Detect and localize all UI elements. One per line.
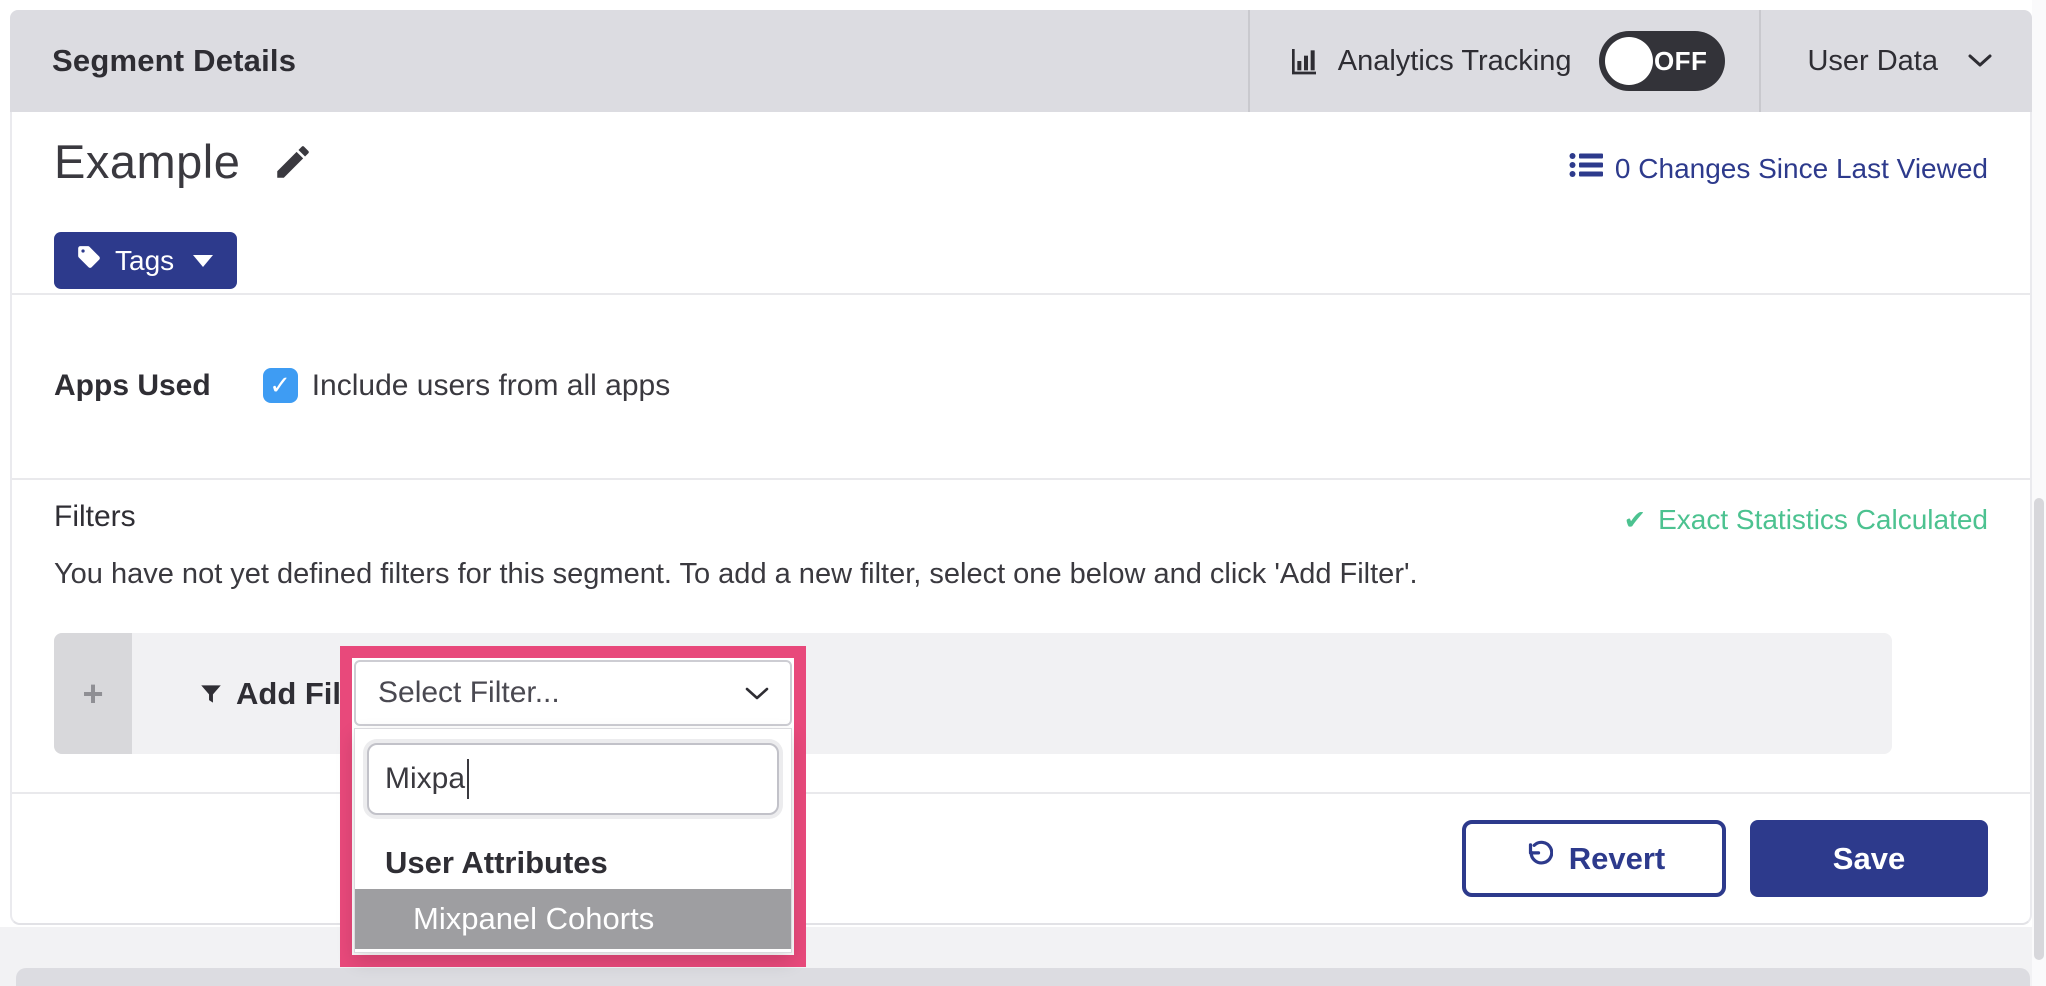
save-button[interactable]: Save: [1750, 820, 1988, 897]
toggle-knob: [1605, 37, 1653, 85]
dropdown-group-header: User Attributes: [385, 845, 608, 881]
add-filter-row: + Add Filter: [54, 633, 1892, 754]
chevron-down-icon: [1966, 52, 1994, 70]
changes-since-last-viewed-link[interactable]: 0 Changes Since Last Viewed: [1569, 152, 1988, 185]
list-icon: [1569, 152, 1603, 185]
filter-search-input[interactable]: Mixpa: [367, 743, 779, 815]
tag-icon: [76, 244, 102, 277]
segment-name-row: Example: [54, 134, 314, 189]
toggle-state-label: OFF: [1654, 46, 1708, 77]
user-data-menu[interactable]: User Data: [1759, 10, 2032, 112]
filters-description: You have not yet defined filters for thi…: [54, 558, 1418, 591]
top-bar: Segment Details Analytics Tracking OFF U…: [10, 10, 2032, 112]
segment-details-page: Segment Details Analytics Tracking OFF U…: [0, 0, 2046, 986]
filter-funnel-icon: [198, 681, 224, 707]
filter-search-value: Mixpa: [385, 762, 465, 796]
apps-used-label: Apps Used: [54, 369, 211, 403]
exact-statistics-status: ✔ Exact Statistics Calculated: [1623, 504, 1988, 536]
save-button-label: Save: [1833, 841, 1905, 877]
include-all-apps-checkbox[interactable]: ✓: [263, 368, 298, 403]
checkbox-check-icon: ✓: [269, 373, 291, 399]
user-data-label: User Data: [1807, 45, 1938, 78]
exact-statistics-label: Exact Statistics Calculated: [1658, 504, 1988, 536]
filter-select-highlight-box: Select Filter... Mixpa User Attributes M…: [340, 646, 806, 967]
top-bar-spacer: [296, 10, 1248, 112]
text-cursor: [467, 759, 469, 799]
add-filter-plus-button[interactable]: +: [54, 633, 132, 754]
revert-button[interactable]: Revert: [1462, 820, 1726, 897]
caret-down-icon: [193, 255, 213, 267]
tags-button-label: Tags: [115, 245, 174, 277]
analytics-tracking-group: Analytics Tracking OFF: [1248, 10, 1760, 112]
apps-used-row: Apps Used ✓ Include users from all apps: [54, 368, 670, 403]
select-filter-placeholder: Select Filter...: [378, 676, 560, 710]
section-divider: [12, 478, 2030, 480]
changes-link-label: 0 Changes Since Last Viewed: [1615, 153, 1988, 185]
analytics-tracking-toggle[interactable]: OFF: [1599, 31, 1725, 91]
filters-heading: Filters: [54, 500, 136, 534]
tags-button[interactable]: Tags: [54, 232, 237, 289]
section-divider: [12, 293, 2030, 295]
revert-button-label: Revert: [1569, 841, 1666, 877]
segment-name: Example: [54, 134, 240, 189]
footer-actions: Revert Save: [1462, 820, 1988, 897]
select-filter-dropdown[interactable]: Select Filter...: [354, 660, 792, 726]
section-divider: [12, 792, 2030, 794]
check-icon: ✔: [1623, 505, 1646, 536]
chevron-down-icon: [744, 676, 770, 710]
segment-details-card: Example 0 Changes Since Last Viewed: [10, 112, 2032, 925]
next-panel-header-strip: [16, 968, 2030, 986]
page-title: Segment Details: [52, 43, 296, 79]
edit-pencil-icon[interactable]: [272, 141, 314, 183]
filter-dropdown-panel: Mixpa User Attributes Mixpanel Cohorts: [354, 728, 792, 953]
include-all-apps-label: Include users from all apps: [312, 369, 671, 403]
undo-icon: [1523, 840, 1553, 878]
dropdown-option-mixpanel-cohorts[interactable]: Mixpanel Cohorts: [355, 889, 791, 949]
bar-chart-icon: [1288, 45, 1320, 77]
scrollbar-thumb[interactable]: [2034, 498, 2044, 960]
analytics-tracking-label: Analytics Tracking: [1338, 45, 1572, 78]
